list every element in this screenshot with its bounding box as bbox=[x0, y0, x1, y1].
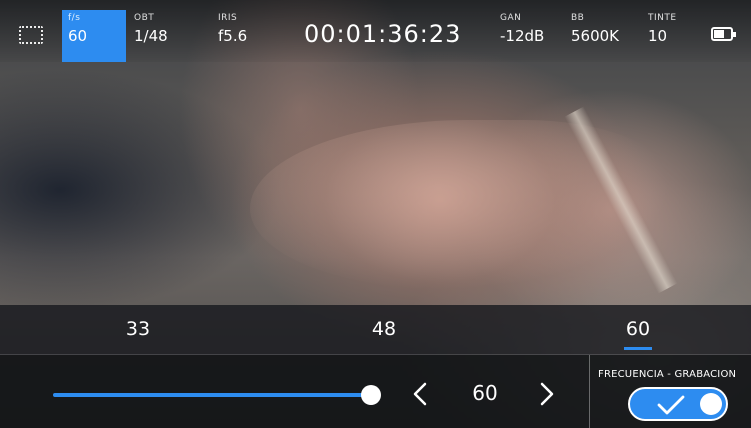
param-label: TINTE bbox=[648, 13, 677, 23]
param-shutter[interactable]: OBT 1/48 bbox=[134, 12, 168, 62]
param-label: f/s bbox=[68, 13, 81, 23]
slider-thumb[interactable] bbox=[361, 385, 381, 405]
param-value: 1/48 bbox=[134, 27, 168, 45]
decrement-button[interactable] bbox=[405, 377, 435, 411]
chevron-left-icon bbox=[413, 382, 427, 406]
scene-hand bbox=[250, 120, 670, 290]
preset-option[interactable]: 48 bbox=[354, 318, 414, 340]
param-label: IRIS bbox=[218, 13, 238, 23]
frame-rate-presets: 33 48 60 bbox=[0, 305, 751, 355]
top-status-bar: f/s 60 OBT 1/48 IRIS f5.6 00:01:36:23 GA… bbox=[0, 0, 751, 62]
frame-guides-icon[interactable] bbox=[19, 26, 43, 44]
divider bbox=[589, 355, 590, 428]
param-gain[interactable]: GAN -12dB bbox=[500, 12, 544, 62]
param-label: BB bbox=[571, 13, 585, 23]
param-label: GAN bbox=[500, 13, 522, 23]
control-bar: 60 FRECUENCIA - GRABACIÓN bbox=[0, 355, 751, 428]
preset-option-selected[interactable]: 60 bbox=[608, 318, 668, 350]
timecode[interactable]: 00:01:36:23 bbox=[304, 20, 461, 48]
toggle-label: FRECUENCIA - GRABACIÓN bbox=[598, 369, 737, 380]
param-frame-rate[interactable]: f/s 60 bbox=[62, 10, 126, 62]
param-tint[interactable]: TINTE 10 bbox=[648, 12, 677, 62]
param-value: 60 bbox=[68, 27, 88, 45]
param-label: OBT bbox=[134, 13, 155, 23]
param-iris[interactable]: IRIS f5.6 bbox=[218, 12, 247, 62]
param-value: 10 bbox=[648, 27, 668, 45]
chevron-right-icon bbox=[540, 382, 554, 406]
param-value: 5600K bbox=[571, 27, 620, 45]
checkmark-icon bbox=[657, 395, 685, 415]
battery-fill bbox=[714, 30, 724, 38]
stepper-value: 60 bbox=[472, 381, 498, 405]
param-value: -12dB bbox=[500, 27, 545, 45]
toggle-knob bbox=[700, 393, 722, 415]
preset-option[interactable]: 33 bbox=[108, 318, 168, 340]
param-value: f5.6 bbox=[218, 27, 248, 45]
increment-button[interactable] bbox=[532, 377, 562, 411]
battery-icon bbox=[711, 27, 736, 41]
project-frame-rate-toggle[interactable] bbox=[628, 387, 728, 421]
frame-rate-slider[interactable] bbox=[53, 393, 371, 397]
param-white-balance[interactable]: BB 5600K bbox=[571, 12, 619, 62]
